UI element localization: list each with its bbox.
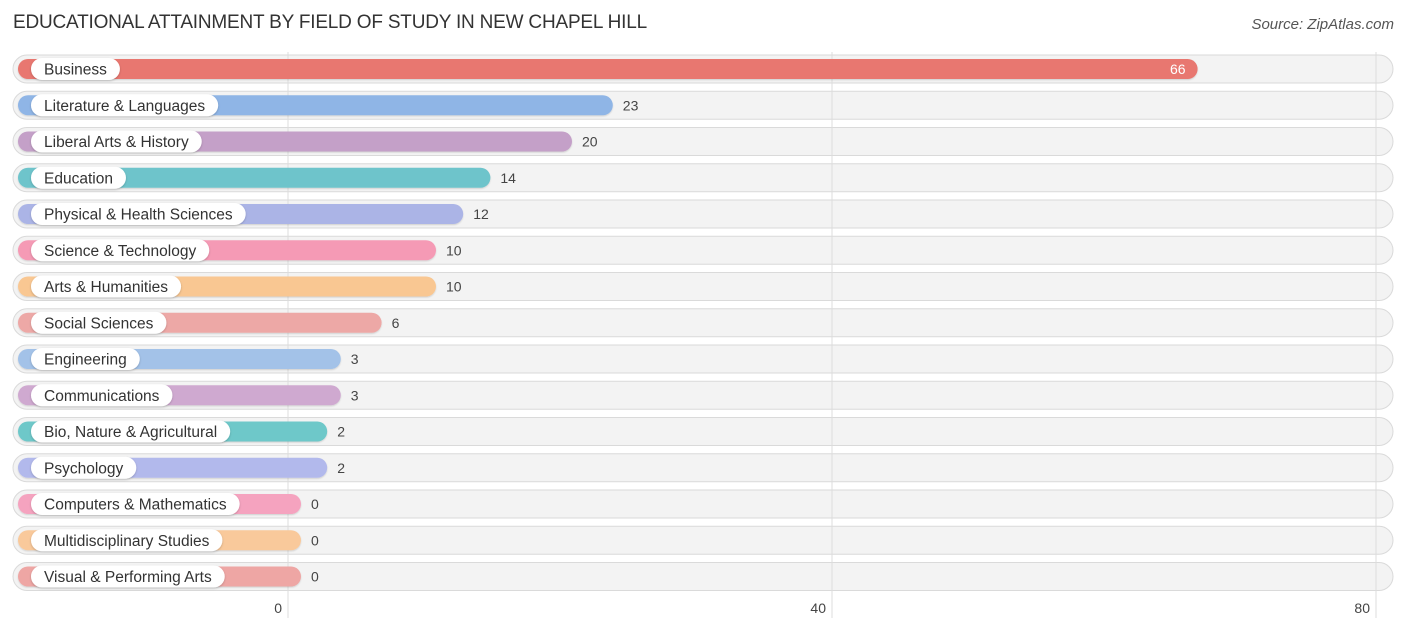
x-axis-ticks: 0 40 80: [274, 600, 1370, 616]
value-label: 6: [392, 315, 400, 331]
value-label: 3: [351, 387, 359, 403]
bar-group: Bio, Nature & Agricultural 2: [18, 420, 345, 443]
category-label: Computers & Mathematics: [44, 497, 227, 514]
category-label: Arts & Humanities: [44, 279, 168, 296]
bar-group: Visual & Performing Arts 0: [18, 565, 319, 588]
value-label: 2: [337, 460, 345, 476]
value-label: 66: [1170, 61, 1186, 77]
bar-group: Science & Technology 10: [18, 239, 462, 262]
bar-group: Social Sciences 6: [18, 311, 400, 334]
value-label: 0: [311, 532, 319, 548]
bar-group: Physical & Health Sciences 12: [18, 203, 489, 225]
value-label: 0: [311, 569, 319, 585]
value-label: 10: [446, 279, 462, 295]
bar-group: Psychology 2: [18, 456, 345, 479]
category-label: Physical & Health Sciences: [44, 207, 233, 224]
bar: [18, 59, 1198, 79]
value-label: 23: [623, 97, 639, 113]
category-label: Science & Technology: [44, 243, 196, 260]
x-tick-label: 0: [274, 600, 282, 616]
value-label: 0: [311, 496, 319, 512]
value-label: 12: [473, 206, 489, 222]
value-label: 2: [337, 424, 345, 440]
category-label: Engineering: [44, 352, 127, 369]
bar-group: Liberal Arts & History 20: [18, 130, 598, 153]
bar-group: Engineering 3: [18, 348, 359, 370]
category-label: Bio, Nature & Agricultural: [44, 424, 217, 441]
value-label: 20: [582, 134, 598, 150]
bar-group: Business 66: [18, 58, 1198, 80]
category-label: Business: [44, 62, 107, 79]
category-label: Literature & Languages: [44, 98, 205, 115]
x-tick-label: 40: [810, 600, 826, 616]
category-label: Education: [44, 170, 113, 187]
bar-chart: 0 40 80 Business 66Literature & Languages 23…: [12, 52, 1394, 618]
bar-group: Literature & Languages 23: [18, 94, 639, 117]
value-label: 3: [351, 351, 359, 367]
category-label: Social Sciences: [44, 315, 154, 332]
bar-group: Education 14: [18, 166, 516, 189]
category-label: Psychology: [44, 460, 124, 477]
category-label: Communications: [44, 388, 160, 405]
value-label: 14: [500, 170, 516, 186]
bar-group: Arts & Humanities 10: [18, 275, 462, 298]
x-tick-label: 80: [1354, 600, 1370, 616]
value-label: 10: [446, 242, 462, 258]
category-label: Multidisciplinary Studies: [44, 533, 210, 550]
category-label: Liberal Arts & History: [44, 134, 189, 151]
bar-group: Computers & Mathematics 0: [18, 493, 319, 515]
bar-group: Communications 3: [18, 384, 359, 407]
bar-group: Multidisciplinary Studies 0: [18, 529, 319, 552]
category-label: Visual & Performing Arts: [44, 569, 212, 586]
